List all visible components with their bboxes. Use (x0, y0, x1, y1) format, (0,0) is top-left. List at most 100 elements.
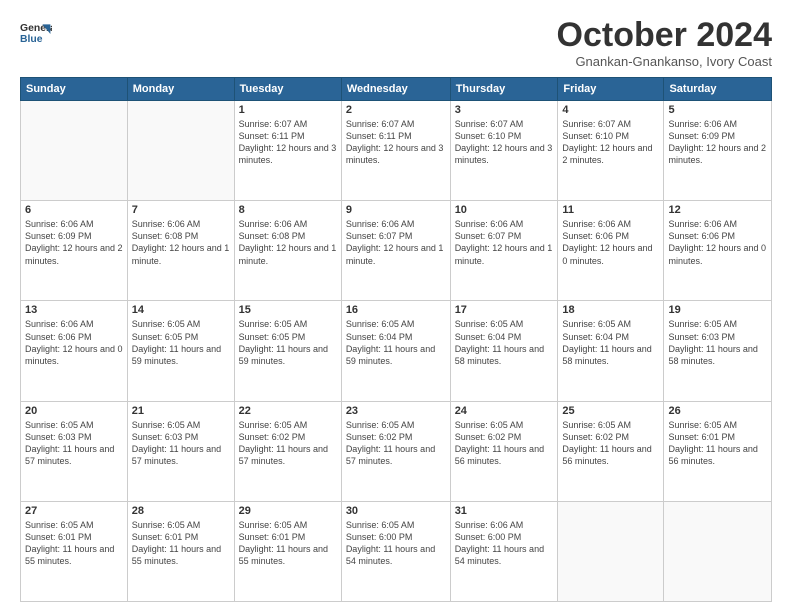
day-number: 29 (239, 505, 337, 517)
subtitle: Gnankan-Gnankanso, Ivory Coast (557, 54, 772, 69)
calendar-cell: 11 Sunrise: 6:06 AM Sunset: 6:06 PM Dayli… (558, 201, 664, 301)
calendar-cell: 22 Sunrise: 6:05 AM Sunset: 6:02 PM Dayli… (234, 401, 341, 501)
day-info: Sunrise: 6:05 AM Sunset: 6:00 PM Dayligh… (346, 519, 446, 568)
day-info: Sunrise: 6:06 AM Sunset: 6:06 PM Dayligh… (25, 318, 123, 367)
day-number: 8 (239, 204, 337, 216)
day-number: 23 (346, 405, 446, 417)
day-info: Sunrise: 6:05 AM Sunset: 6:02 PM Dayligh… (346, 419, 446, 468)
day-number: 25 (562, 405, 659, 417)
calendar-cell: 16 Sunrise: 6:05 AM Sunset: 6:04 PM Dayli… (341, 301, 450, 401)
day-info: Sunrise: 6:06 AM Sunset: 6:08 PM Dayligh… (132, 218, 230, 267)
calendar-cell: 19 Sunrise: 6:05 AM Sunset: 6:03 PM Dayli… (664, 301, 772, 401)
calendar-cell: 14 Sunrise: 6:05 AM Sunset: 6:05 PM Dayli… (127, 301, 234, 401)
calendar-cell: 27 Sunrise: 6:05 AM Sunset: 6:01 PM Dayli… (21, 501, 128, 601)
day-info: Sunrise: 6:06 AM Sunset: 6:09 PM Dayligh… (25, 218, 123, 267)
day-number: 31 (455, 505, 554, 517)
day-info: Sunrise: 6:06 AM Sunset: 6:08 PM Dayligh… (239, 218, 337, 267)
day-number: 5 (668, 104, 767, 116)
calendar-cell: 2 Sunrise: 6:07 AM Sunset: 6:11 PM Daylig… (341, 101, 450, 201)
weekday-header: Tuesday (234, 78, 341, 101)
day-info: Sunrise: 6:06 AM Sunset: 6:09 PM Dayligh… (668, 118, 767, 167)
day-number: 22 (239, 405, 337, 417)
calendar-cell (558, 501, 664, 601)
calendar-cell (127, 101, 234, 201)
calendar-cell: 12 Sunrise: 6:06 AM Sunset: 6:06 PM Dayli… (664, 201, 772, 301)
calendar-cell: 26 Sunrise: 6:05 AM Sunset: 6:01 PM Dayli… (664, 401, 772, 501)
day-info: Sunrise: 6:07 AM Sunset: 6:11 PM Dayligh… (346, 118, 446, 167)
day-number: 6 (25, 204, 123, 216)
day-info: Sunrise: 6:05 AM Sunset: 6:05 PM Dayligh… (132, 318, 230, 367)
weekday-header: Thursday (450, 78, 558, 101)
day-info: Sunrise: 6:05 AM Sunset: 6:01 PM Dayligh… (25, 519, 123, 568)
weekday-header: Wednesday (341, 78, 450, 101)
day-number: 1 (239, 104, 337, 116)
day-info: Sunrise: 6:07 AM Sunset: 6:10 PM Dayligh… (562, 118, 659, 167)
day-number: 12 (668, 204, 767, 216)
day-number: 7 (132, 204, 230, 216)
day-number: 14 (132, 304, 230, 316)
day-info: Sunrise: 6:06 AM Sunset: 6:06 PM Dayligh… (668, 218, 767, 267)
day-info: Sunrise: 6:05 AM Sunset: 6:02 PM Dayligh… (562, 419, 659, 468)
calendar-cell: 7 Sunrise: 6:06 AM Sunset: 6:08 PM Daylig… (127, 201, 234, 301)
calendar-week-row: 27 Sunrise: 6:05 AM Sunset: 6:01 PM Dayli… (21, 501, 772, 601)
day-number: 26 (668, 405, 767, 417)
page: General Blue October 2024 Gnankan-Gnanka… (0, 0, 792, 612)
day-info: Sunrise: 6:07 AM Sunset: 6:11 PM Dayligh… (239, 118, 337, 167)
title-block: October 2024 Gnankan-Gnankanso, Ivory Co… (557, 18, 772, 69)
day-number: 21 (132, 405, 230, 417)
day-number: 10 (455, 204, 554, 216)
day-number: 27 (25, 505, 123, 517)
calendar-week-row: 13 Sunrise: 6:06 AM Sunset: 6:06 PM Dayli… (21, 301, 772, 401)
calendar-table: SundayMondayTuesdayWednesdayThursdayFrid… (20, 77, 772, 602)
day-info: Sunrise: 6:05 AM Sunset: 6:03 PM Dayligh… (668, 318, 767, 367)
calendar-cell: 10 Sunrise: 6:06 AM Sunset: 6:07 PM Dayli… (450, 201, 558, 301)
calendar-cell: 29 Sunrise: 6:05 AM Sunset: 6:01 PM Dayli… (234, 501, 341, 601)
day-info: Sunrise: 6:07 AM Sunset: 6:10 PM Dayligh… (455, 118, 554, 167)
calendar-cell: 20 Sunrise: 6:05 AM Sunset: 6:03 PM Dayli… (21, 401, 128, 501)
day-info: Sunrise: 6:05 AM Sunset: 6:03 PM Dayligh… (25, 419, 123, 468)
calendar-cell: 6 Sunrise: 6:06 AM Sunset: 6:09 PM Daylig… (21, 201, 128, 301)
day-number: 20 (25, 405, 123, 417)
day-info: Sunrise: 6:05 AM Sunset: 6:01 PM Dayligh… (239, 519, 337, 568)
day-number: 15 (239, 304, 337, 316)
calendar-cell: 4 Sunrise: 6:07 AM Sunset: 6:10 PM Daylig… (558, 101, 664, 201)
calendar-week-row: 20 Sunrise: 6:05 AM Sunset: 6:03 PM Dayli… (21, 401, 772, 501)
calendar-cell: 5 Sunrise: 6:06 AM Sunset: 6:09 PM Daylig… (664, 101, 772, 201)
weekday-header-row: SundayMondayTuesdayWednesdayThursdayFrid… (21, 78, 772, 101)
calendar-cell: 1 Sunrise: 6:07 AM Sunset: 6:11 PM Daylig… (234, 101, 341, 201)
day-number: 4 (562, 104, 659, 116)
day-number: 19 (668, 304, 767, 316)
logo: General Blue (20, 18, 52, 50)
day-info: Sunrise: 6:05 AM Sunset: 6:05 PM Dayligh… (239, 318, 337, 367)
day-info: Sunrise: 6:05 AM Sunset: 6:04 PM Dayligh… (346, 318, 446, 367)
day-info: Sunrise: 6:06 AM Sunset: 6:06 PM Dayligh… (562, 218, 659, 267)
calendar-cell: 28 Sunrise: 6:05 AM Sunset: 6:01 PM Dayli… (127, 501, 234, 601)
day-number: 18 (562, 304, 659, 316)
calendar-cell: 24Sunrise: 6:05 AM Sunset: 6:02 PM Dayli… (450, 401, 558, 501)
calendar-cell: 31 Sunrise: 6:06 AM Sunset: 6:00 PM Dayli… (450, 501, 558, 601)
day-info: Sunrise: 6:05 AM Sunset: 6:04 PM Dayligh… (562, 318, 659, 367)
day-number: 17 (455, 304, 554, 316)
day-number: 28 (132, 505, 230, 517)
calendar-cell: 3 Sunrise: 6:07 AM Sunset: 6:10 PM Daylig… (450, 101, 558, 201)
calendar-week-row: 6 Sunrise: 6:06 AM Sunset: 6:09 PM Daylig… (21, 201, 772, 301)
weekday-header: Sunday (21, 78, 128, 101)
day-info: Sunrise: 6:05 AM Sunset: 6:02 PM Dayligh… (239, 419, 337, 468)
calendar-cell: 21 Sunrise: 6:05 AM Sunset: 6:03 PM Dayli… (127, 401, 234, 501)
day-number: 3 (455, 104, 554, 116)
day-info: Sunrise: 6:06 AM Sunset: 6:07 PM Dayligh… (455, 218, 554, 267)
calendar-cell: 17 Sunrise: 6:05 AM Sunset: 6:04 PM Dayli… (450, 301, 558, 401)
calendar-cell: 30Sunrise: 6:05 AM Sunset: 6:00 PM Dayli… (341, 501, 450, 601)
day-info: Sunrise: 6:05 AM Sunset: 6:01 PM Dayligh… (132, 519, 230, 568)
day-info: Sunrise: 6:05 AM Sunset: 6:01 PM Dayligh… (668, 419, 767, 468)
day-info: Sunrise: 6:06 AM Sunset: 6:00 PM Dayligh… (455, 519, 554, 568)
day-number: 2 (346, 104, 446, 116)
calendar-cell: 18 Sunrise: 6:05 AM Sunset: 6:04 PM Dayli… (558, 301, 664, 401)
calendar-week-row: 1 Sunrise: 6:07 AM Sunset: 6:11 PM Daylig… (21, 101, 772, 201)
day-number: 13 (25, 304, 123, 316)
day-number: 16 (346, 304, 446, 316)
day-info: Sunrise: 6:05 AM Sunset: 6:03 PM Dayligh… (132, 419, 230, 468)
day-number: 11 (562, 204, 659, 216)
day-info: Sunrise: 6:05 AM Sunset: 6:04 PM Dayligh… (455, 318, 554, 367)
calendar-cell: 25 Sunrise: 6:05 AM Sunset: 6:02 PM Dayli… (558, 401, 664, 501)
